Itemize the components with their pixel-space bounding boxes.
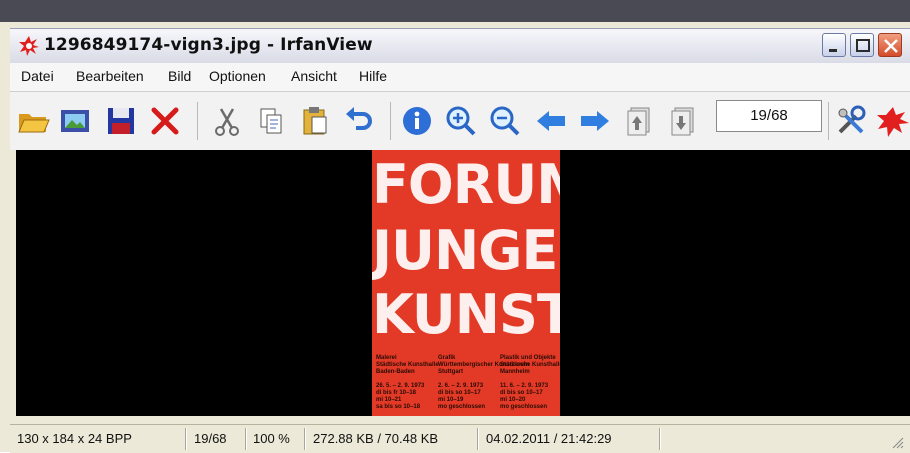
slideshow-icon[interactable] (58, 104, 92, 138)
status-separator (245, 428, 246, 450)
copy-icon[interactable] (254, 104, 288, 138)
irfanview-app-icon[interactable] (18, 35, 40, 57)
page-down-icon[interactable] (666, 104, 700, 138)
settings-tools-icon[interactable] (834, 104, 868, 138)
resize-grip-icon[interactable] (890, 435, 904, 452)
toolbar-separator (390, 102, 391, 140)
minimize-icon (829, 49, 837, 52)
status-zoom: 100 % (253, 431, 290, 446)
status-date: 04.02.2011 / 21:42:29 (486, 431, 612, 446)
open-folder-icon[interactable] (16, 104, 50, 138)
menu-bild[interactable]: Bild (168, 68, 191, 84)
window-title: 1296849174-vign3.jpg - IrfanView (44, 35, 373, 55)
status-file-size: 272.88 KB / 70.48 KB (313, 431, 439, 446)
menu-ansicht[interactable]: Ansicht (291, 68, 337, 84)
save-icon[interactable] (104, 104, 138, 138)
poster-image: FORUM JUNGER KUNST Malerei Städtische Ku… (372, 150, 560, 416)
cut-icon[interactable] (210, 104, 244, 138)
minimize-button[interactable] (822, 33, 846, 57)
poster-column: Plastik und Objekte Städtische Kunsthall… (500, 355, 560, 410)
menu-hilfe[interactable]: Hilfe (359, 68, 387, 84)
zoom-out-icon[interactable] (488, 104, 522, 138)
poster-line: FORUM (372, 153, 560, 216)
irfanview-window: 1296849174-vign3.jpg - IrfanView Datei B… (0, 0, 910, 453)
status-index: 19/68 (194, 431, 227, 446)
undo-icon[interactable] (342, 104, 376, 138)
poster-column: Grafik Württembergischer Kunstverein Stu… (438, 355, 530, 410)
close-button[interactable] (878, 33, 902, 57)
irfanview-about-icon[interactable] (876, 104, 910, 138)
image-counter[interactable]: 19/68 (716, 100, 822, 132)
close-icon (884, 39, 898, 53)
toolbar: 19/68 (10, 92, 910, 150)
previous-image-icon[interactable] (534, 104, 568, 138)
paste-icon[interactable] (298, 104, 332, 138)
menu-optionen[interactable]: Optionen (209, 68, 266, 84)
title-bar[interactable]: 1296849174-vign3.jpg - IrfanView (10, 28, 910, 63)
status-dimensions: 130 x 184 x 24 BPP (17, 431, 132, 446)
next-image-icon[interactable] (578, 104, 612, 138)
menu-bar: Datei Bearbeiten Bild Optionen Ansicht H… (10, 63, 910, 92)
delete-icon[interactable] (148, 104, 182, 138)
zoom-in-icon[interactable] (444, 104, 478, 138)
maximize-icon (856, 39, 870, 52)
status-bar: 130 x 184 x 24 BPP 19/68 100 % 272.88 KB… (10, 424, 910, 453)
poster-line: KUNST (372, 283, 560, 346)
info-icon[interactable] (400, 104, 434, 138)
toolbar-separator (828, 102, 829, 140)
menu-bearbeiten[interactable]: Bearbeiten (76, 68, 144, 84)
toolbar-separator (197, 102, 198, 140)
poster-line: JUNGER (372, 219, 560, 282)
status-separator (185, 428, 186, 450)
status-separator (304, 428, 305, 450)
poster-column: Malerei Städtische Kunsthalle Baden-Bade… (376, 355, 439, 410)
status-separator (659, 428, 660, 450)
image-viewer[interactable]: FORUM JUNGER KUNST Malerei Städtische Ku… (16, 150, 910, 416)
status-separator (477, 428, 478, 450)
page-up-icon[interactable] (622, 104, 656, 138)
maximize-button[interactable] (850, 33, 874, 57)
desktop-strip (0, 0, 910, 22)
menu-datei[interactable]: Datei (21, 68, 54, 84)
